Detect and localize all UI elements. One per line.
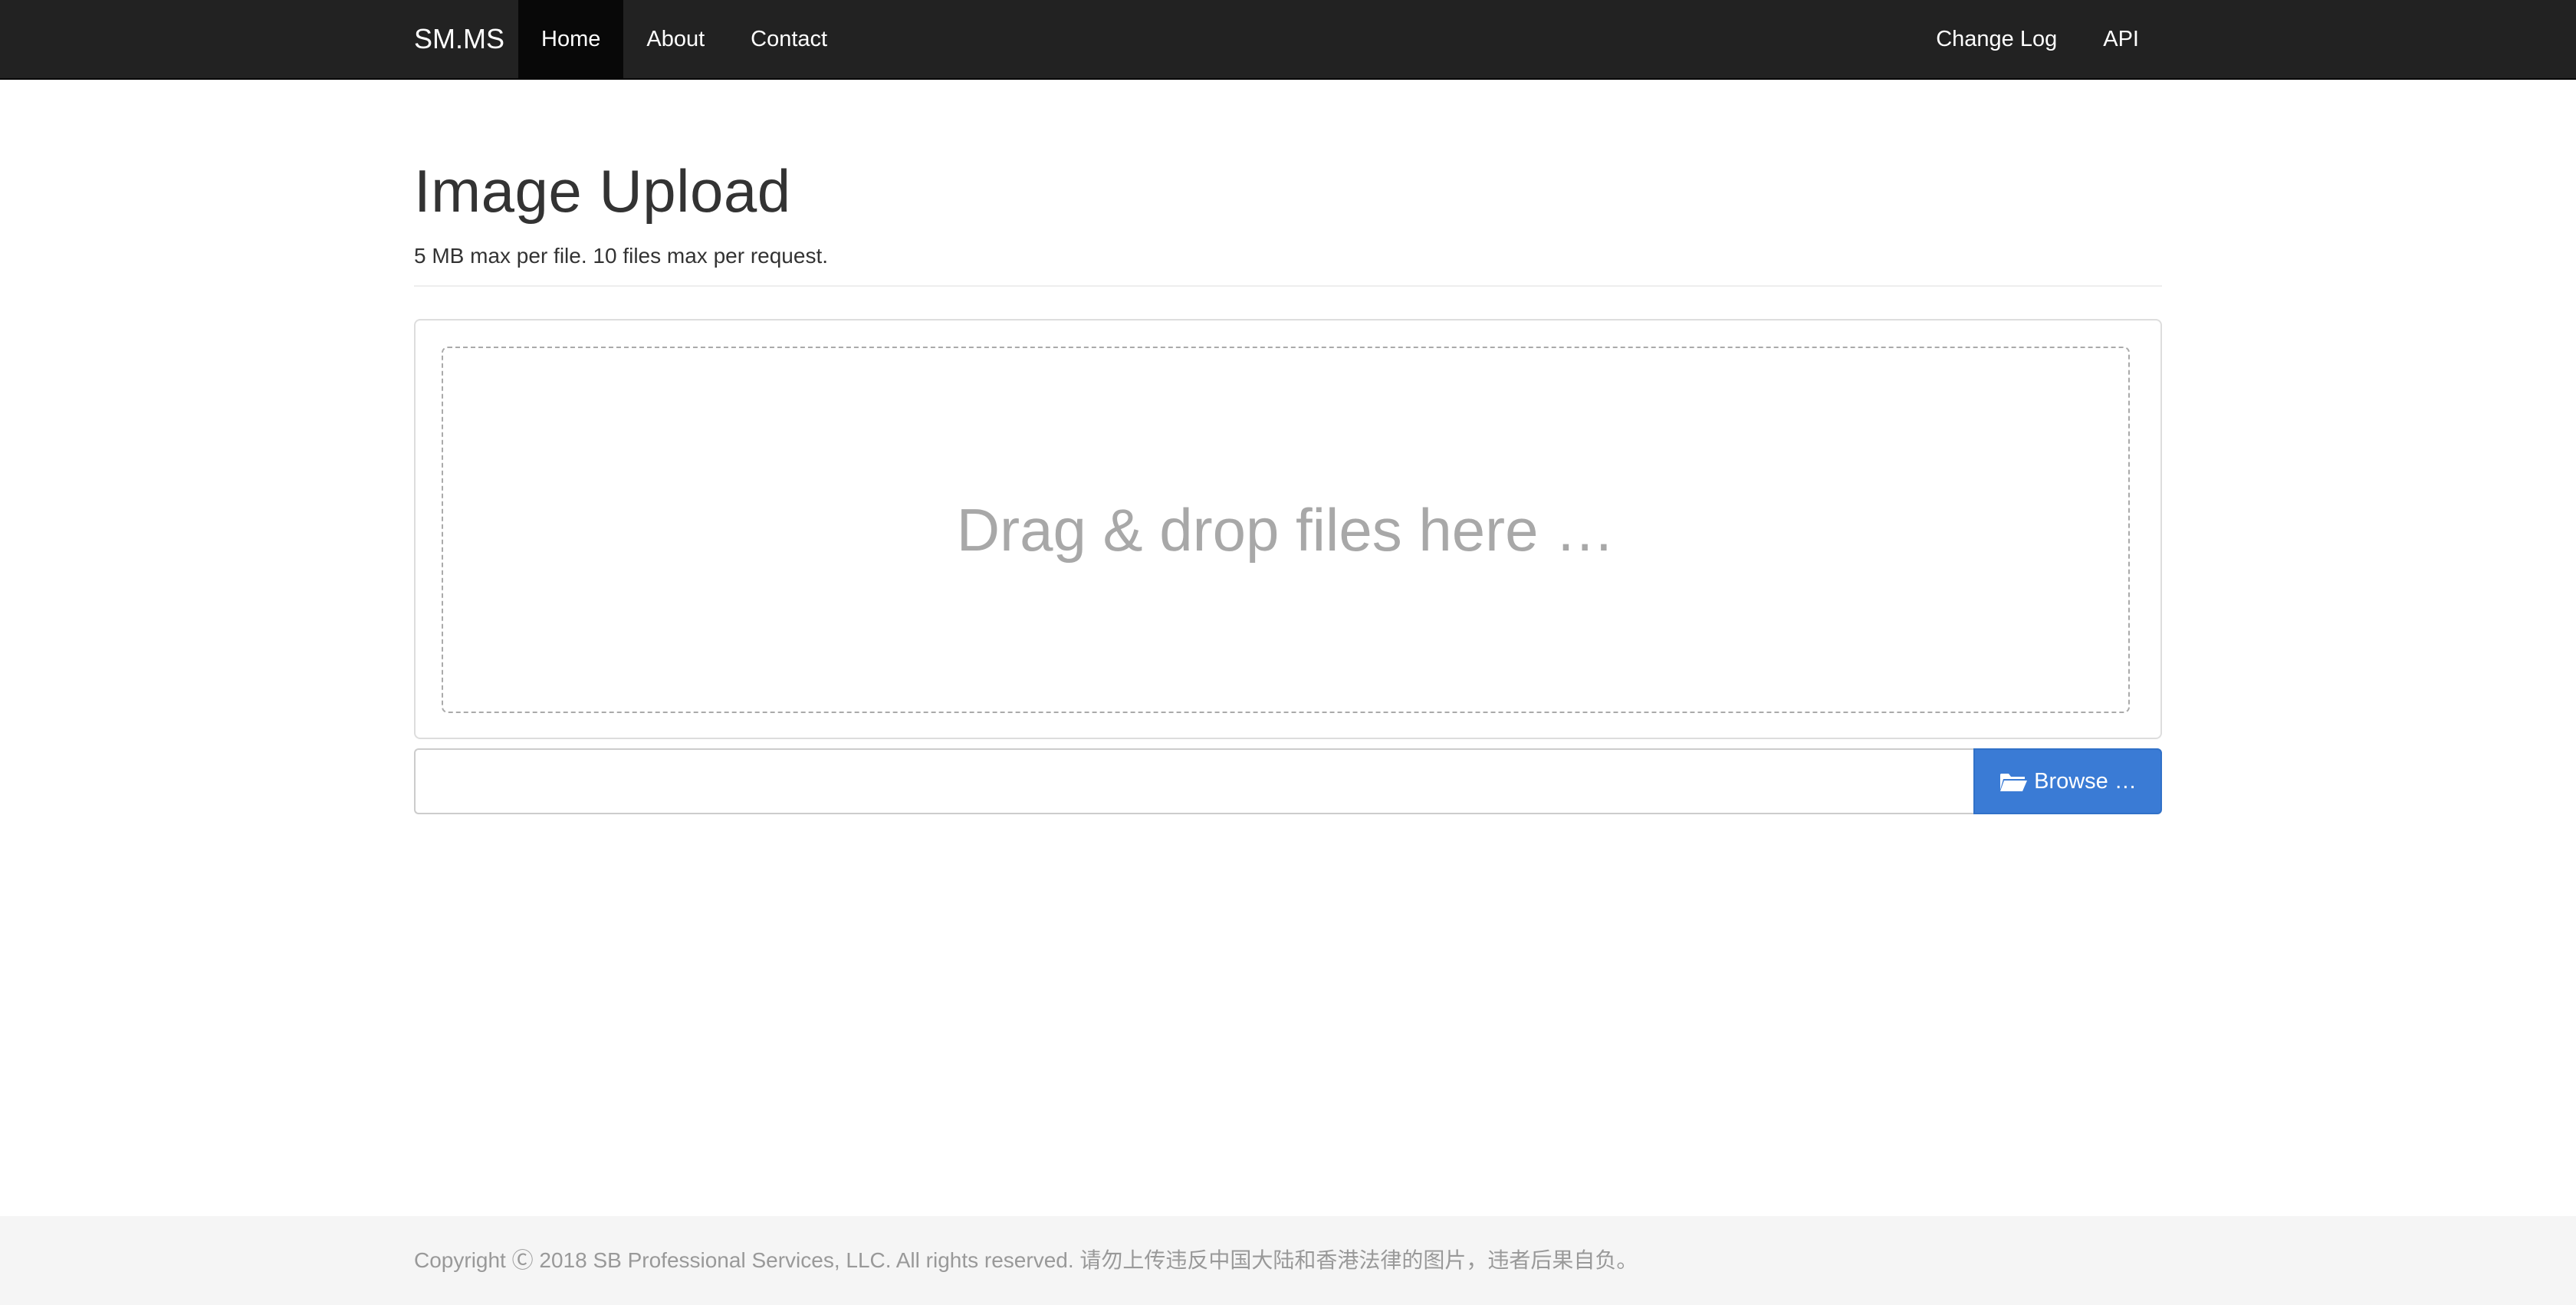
drop-zone-label: Drag & drop files here …: [956, 495, 1615, 564]
browse-button-label: Browse …: [2034, 768, 2137, 794]
upload-limits-text: 5 MB max per file. 10 files max per requ…: [414, 244, 828, 268]
page-header: Image Upload 5 MB max per file. 10 files…: [414, 143, 2162, 287]
nav-item-change-log[interactable]: Change Log: [1913, 0, 2080, 78]
nav-right-menu: Change Log API: [1913, 0, 2162, 78]
file-drop-panel: Drag & drop files here …: [414, 319, 2162, 739]
page-title: Image Upload: [414, 157, 791, 225]
page-footer: Copyright Ⓒ 2018 SB Professional Service…: [0, 1216, 2576, 1305]
folder-open-icon: [1999, 770, 2028, 793]
brand-logo-link[interactable]: SM.MS: [414, 0, 504, 78]
nav-item-contact[interactable]: Contact: [728, 0, 850, 78]
browse-button[interactable]: Browse …: [1973, 748, 2162, 814]
copyright-text: Copyright Ⓒ 2018 SB Professional Service…: [414, 1248, 1638, 1272]
top-navbar: SM.MS Home About Contact Change Log API: [0, 0, 2576, 80]
nav-item-about[interactable]: About: [623, 0, 728, 78]
file-input-group: Browse …: [414, 748, 2162, 814]
nav-left-menu: Home About Contact: [518, 0, 850, 78]
file-drop-zone[interactable]: Drag & drop files here …: [442, 347, 2130, 713]
nav-item-home[interactable]: Home: [518, 0, 624, 78]
nav-item-api[interactable]: API: [2080, 0, 2162, 78]
file-caption-input[interactable]: [414, 748, 1973, 814]
